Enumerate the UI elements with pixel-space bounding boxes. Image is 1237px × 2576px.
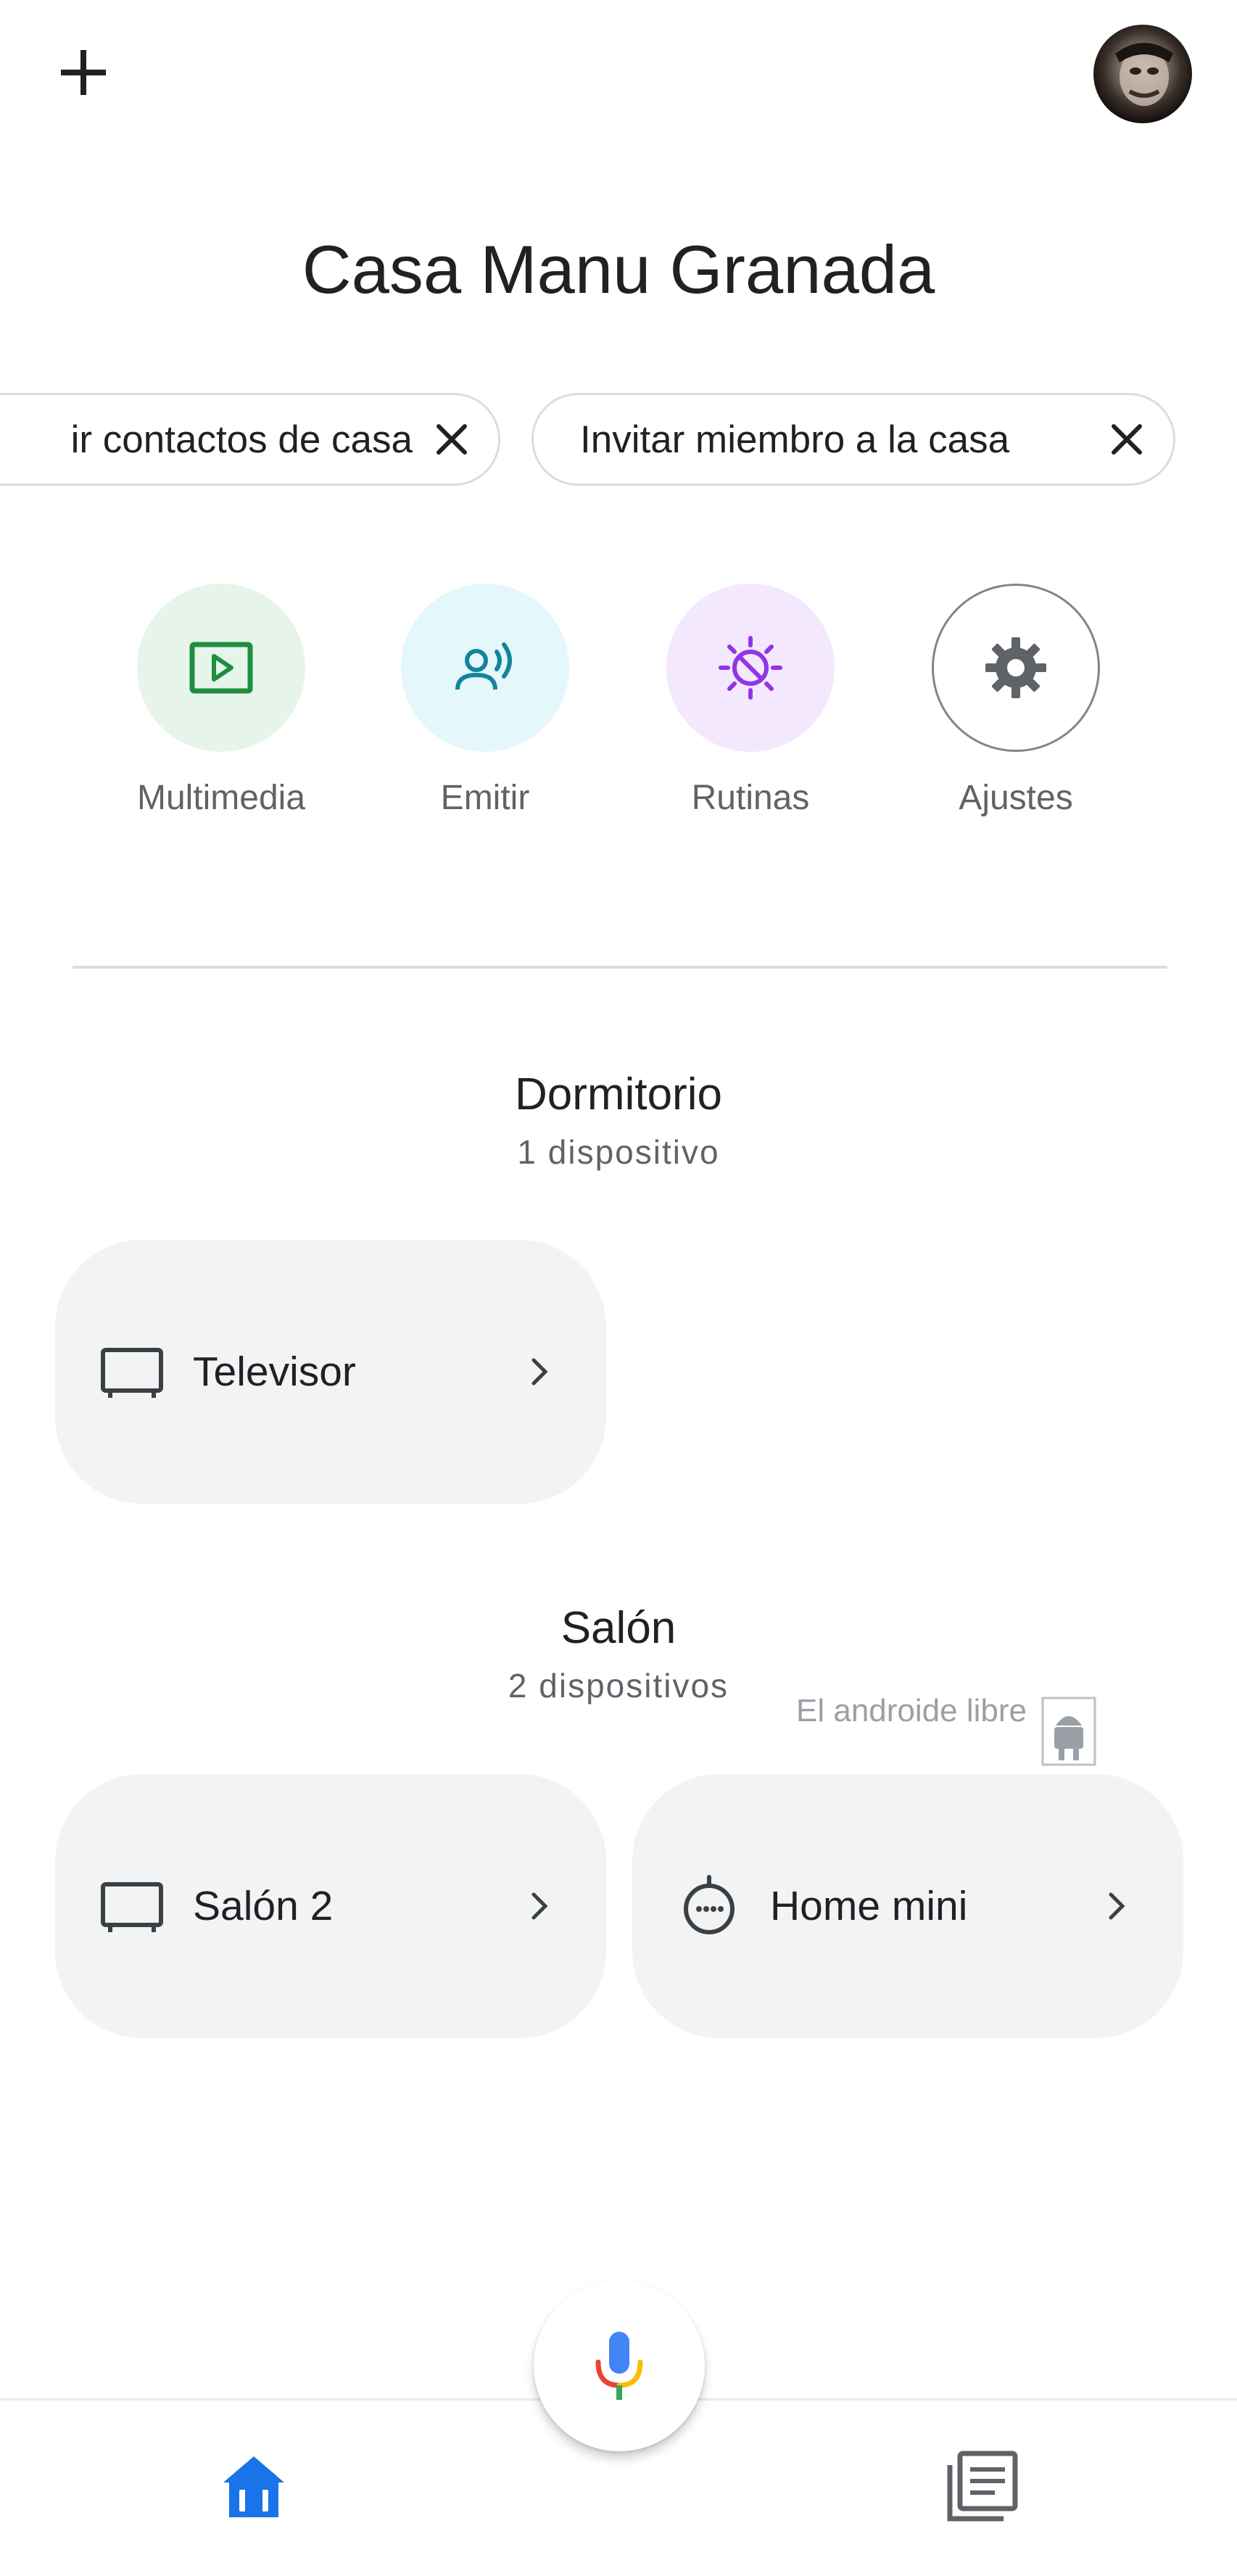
action-emitir[interactable]: Emitir [400, 584, 571, 818]
home-icon[interactable] [216, 2449, 291, 2525]
home-title: Casa Manu Granada [302, 231, 935, 307]
mic-button[interactable] [534, 2280, 705, 2451]
tv-icon [101, 1882, 163, 1932]
chip-contactos[interactable]: ir contactos de casa [0, 393, 500, 486]
room-title: Salón [560, 1603, 677, 1653]
action-label: Multimedia [136, 779, 306, 817]
cast-voice-icon [455, 642, 512, 690]
device-card-televisor[interactable]: Televisor [55, 1240, 606, 1504]
chip-label: Invitar miembro a la casa [580, 418, 1010, 461]
android-logo-icon [1041, 1697, 1096, 1766]
close-icon[interactable] [1101, 413, 1153, 465]
avatar[interactable] [1093, 25, 1192, 123]
chevron-right-icon [531, 1358, 548, 1386]
room-device-count: 1 dispositivo [517, 1133, 720, 1171]
action-label: Ajustes [959, 779, 1073, 817]
add-icon[interactable] [51, 40, 116, 105]
gear-icon [985, 637, 1046, 698]
speaker-icon [684, 1875, 735, 1934]
tv-icon [101, 1348, 163, 1398]
chevron-right-icon [531, 1892, 548, 1920]
watermark-text: El androide libre [796, 1693, 1027, 1728]
room-title: Dormitorio [515, 1069, 722, 1119]
chip-label: ir contactos de casa [70, 418, 413, 461]
device-label: Salón 2 [193, 1883, 334, 1929]
routine-sun-icon [719, 636, 782, 700]
chip-invitar[interactable]: Invitar miembro a la casa [531, 393, 1175, 486]
device-label: Televisor [193, 1349, 356, 1395]
mic-icon [595, 2332, 643, 2400]
divider [73, 966, 1167, 969]
play-box-icon [189, 642, 253, 694]
device-label: Home mini [770, 1883, 968, 1929]
action-label: Rutinas [691, 779, 810, 817]
device-card-home-mini[interactable]: Home mini [632, 1774, 1183, 2038]
chevron-right-icon [1109, 1892, 1125, 1920]
device-card-salon-2[interactable]: Salón 2 [55, 1774, 606, 2038]
feed-icon[interactable] [943, 2446, 1022, 2526]
action-ajustes[interactable]: Ajustes [930, 584, 1101, 818]
action-label: Emitir [440, 779, 530, 817]
close-icon[interactable] [426, 413, 478, 465]
action-rutinas[interactable]: Rutinas [665, 584, 836, 818]
action-multimedia[interactable]: Multimedia [136, 584, 307, 818]
